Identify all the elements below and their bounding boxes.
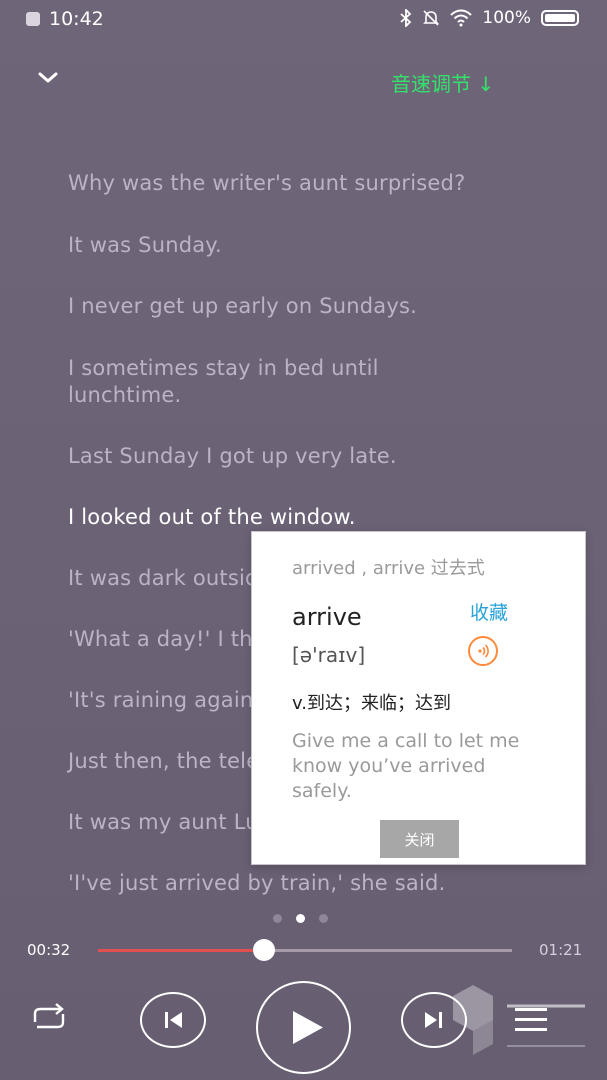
headword: arrive: [292, 603, 362, 631]
mute-icon: [423, 10, 440, 26]
favorite-button[interactable]: 收藏: [470, 598, 508, 625]
play-button[interactable]: [256, 981, 351, 1074]
lyric-line[interactable]: Why was the writer's aunt surprised?: [68, 170, 538, 197]
progress-fill: [98, 949, 264, 952]
lyric-line[interactable]: I never get up early on Sundays.: [68, 293, 538, 320]
definition: v.到达；来临；达到: [292, 693, 451, 714]
lyric-line[interactable]: 'I've just arrived by train,' she said.: [68, 870, 538, 897]
bluetooth-icon: [400, 9, 412, 27]
progress-knob[interactable]: [252, 939, 275, 961]
pronounce-speaker-icon[interactable]: [468, 636, 498, 666]
page-dot-active[interactable]: [296, 914, 305, 923]
page-dot[interactable]: [273, 914, 282, 923]
page-indicator: [273, 914, 328, 923]
current-time: 00:32: [27, 941, 71, 959]
word-definition-popup: arrived , arrive 过去式 arrive 收藏 [ə'raɪv] …: [251, 531, 586, 865]
notification-icon: [26, 12, 40, 26]
lyric-line[interactable]: I sometimes stay in bed until lunchtime.: [68, 355, 448, 409]
lyric-line[interactable]: It was Sunday.: [68, 232, 538, 259]
status-right: 100%: [400, 8, 579, 28]
speed-adjust-button[interactable]: 音速调节 ↓: [391, 68, 494, 97]
status-time: 10:42: [49, 8, 104, 30]
play-icon: [293, 1011, 323, 1044]
page-dot[interactable]: [319, 914, 328, 923]
previous-button[interactable]: [140, 992, 206, 1048]
skip-previous-icon: [165, 1012, 182, 1028]
watermark-logo: [453, 985, 585, 1055]
status-bar: 10:42 100%: [0, 0, 607, 40]
phonetic: [ə'raɪv]: [292, 643, 366, 667]
close-button[interactable]: 关闭: [380, 820, 459, 858]
word-form: arrived , arrive 过去式: [292, 558, 485, 579]
lyric-line-active[interactable]: I looked out of the window.: [68, 504, 538, 531]
lyric-line[interactable]: Last Sunday I got up very late.: [68, 443, 538, 470]
wifi-icon: [450, 9, 473, 27]
repeat-icon[interactable]: [27, 1000, 71, 1036]
example-sentence: Give me a call to let me know you’ve arr…: [292, 730, 520, 802]
battery-percent: 100%: [482, 8, 531, 28]
progress-bar[interactable]: [98, 939, 512, 961]
collapse-chevron-icon[interactable]: [36, 66, 60, 90]
total-time: 01:21: [539, 941, 583, 959]
battery-icon: [541, 10, 579, 26]
